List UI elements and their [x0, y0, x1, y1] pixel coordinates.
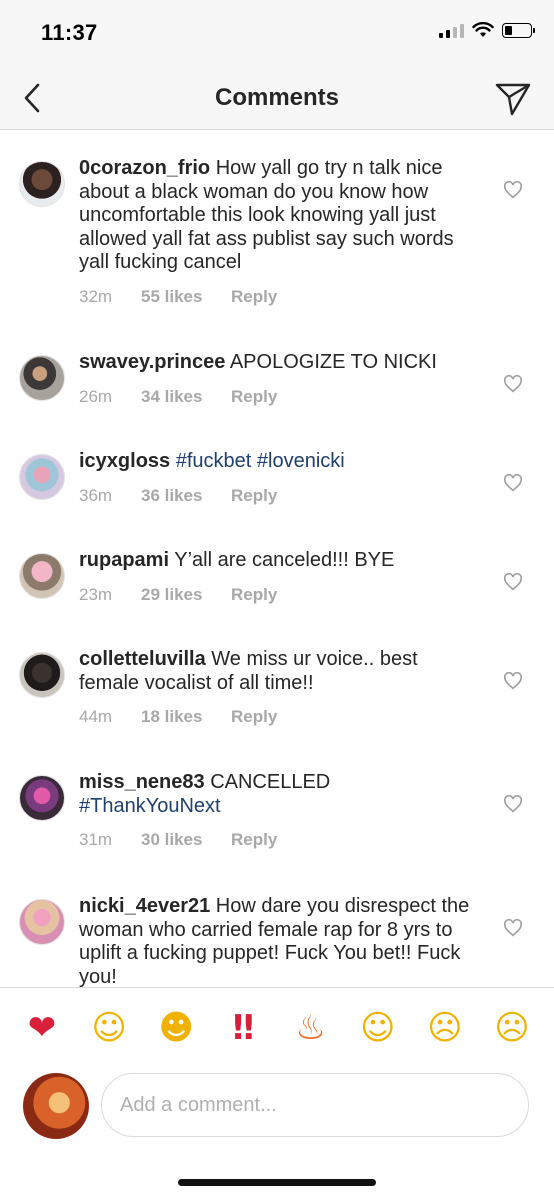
status-bar: 11:37	[0, 0, 554, 66]
tears-of-joy-emoji-icon[interactable]: ☻	[156, 1008, 196, 1048]
comment-composer	[0, 1067, 554, 1199]
comment-text: rupapami Y’all are canceled!!! BYE	[79, 549, 479, 573]
signal-icon	[439, 22, 464, 38]
home-indicator	[178, 1179, 376, 1186]
comment-meta: 26m 34 likes Reply	[79, 387, 479, 407]
comment-hashtags[interactable]: #ThankYouNext	[79, 795, 221, 817]
reply-button[interactable]: Reply	[231, 387, 277, 407]
comment-message: APOLOGIZE TO NICKI	[229, 351, 437, 373]
comment-input[interactable]	[101, 1073, 529, 1137]
reply-button[interactable]: Reply	[231, 585, 277, 605]
comments-list[interactable]: 0corazon_frio How yall go try n talk nic…	[0, 131, 554, 987]
avatar[interactable]	[19, 161, 65, 207]
comment-username[interactable]: swavey.princee	[79, 351, 225, 373]
crying-face-emoji-icon[interactable]: ☹	[425, 1008, 465, 1048]
comment-meta: 36m 36 likes Reply	[79, 486, 479, 506]
direct-send-icon	[495, 83, 531, 116]
avatar[interactable]	[19, 775, 65, 821]
like-heart-icon[interactable]	[502, 571, 524, 593]
page-title: Comments	[214, 84, 340, 111]
comment-text: icyxgloss #fuckbet #lovenicki	[79, 450, 479, 474]
status-time: 11:37	[41, 20, 98, 45]
nav-bar: Comments	[0, 66, 554, 130]
comment-text: miss_nene83 CANCELLED #ThankYouNext	[79, 771, 479, 818]
comment-time: 26m	[79, 386, 113, 406]
like-heart-icon[interactable]	[502, 670, 524, 692]
kissing-face-emoji-icon[interactable]: ☺	[89, 1008, 129, 1048]
status-icons	[439, 22, 535, 38]
reply-button[interactable]: Reply	[231, 830, 277, 850]
comment-meta: 44m 18 likes Reply	[79, 707, 479, 727]
comment-time: 36m	[79, 485, 113, 505]
reply-button[interactable]: Reply	[231, 287, 277, 307]
comment-meta: 32m 55 likes Reply	[79, 287, 479, 307]
comment-text: swavey.princee APOLOGIZE TO NICKI	[79, 351, 479, 375]
comment-username[interactable]: nicki_4ever21	[79, 895, 210, 917]
reply-button[interactable]: Reply	[231, 486, 277, 506]
comment-likes[interactable]: 29 likes	[141, 585, 231, 605]
comment-time: 23m	[79, 584, 113, 604]
comment-username[interactable]: rupapami	[79, 549, 169, 571]
like-heart-icon[interactable]	[502, 373, 524, 395]
comment-username[interactable]: icyxgloss	[79, 450, 170, 472]
heart-emoji-icon[interactable]: ❤	[22, 1008, 62, 1048]
wifi-icon	[472, 22, 494, 37]
like-heart-icon[interactable]	[502, 472, 524, 494]
comment-text: colletteluvilla We miss ur voice.. best …	[79, 648, 479, 695]
comment-text: nicki_4ever21 How dare you disrespect th…	[79, 895, 479, 987]
avatar[interactable]	[19, 355, 65, 401]
comment-meta: 23m 29 likes Reply	[79, 585, 479, 605]
comment-time: 31m	[79, 830, 113, 849]
comment-meta: 31m 30 likes Reply	[79, 830, 479, 850]
comment-username[interactable]: miss_nene83	[79, 771, 205, 793]
comment-likes[interactable]: 55 likes	[141, 287, 231, 307]
share-button[interactable]	[494, 80, 532, 118]
comment-time: 32m	[79, 286, 113, 306]
avatar[interactable]	[19, 553, 65, 599]
weary-face-emoji-icon[interactable]: ☹	[492, 1008, 532, 1048]
like-heart-icon[interactable]	[502, 793, 524, 815]
comment-likes[interactable]: 34 likes	[141, 387, 231, 407]
comment-hashtags[interactable]: #fuckbet #lovenicki	[176, 450, 345, 472]
like-heart-icon[interactable]	[502, 917, 524, 939]
comment-likes[interactable]: 36 likes	[141, 486, 231, 506]
comment-text: 0corazon_frio How yall go try n talk nic…	[79, 157, 479, 275]
battery-icon	[502, 22, 535, 38]
current-user-avatar	[23, 1073, 89, 1139]
avatar[interactable]	[19, 899, 65, 945]
fire-emoji-icon[interactable]: ♨	[291, 1008, 331, 1048]
avatar[interactable]	[19, 454, 65, 500]
comment-username[interactable]: colletteluvilla	[79, 648, 206, 670]
like-heart-icon[interactable]	[502, 179, 524, 201]
comment-message: Y’all are canceled!!! BYE	[174, 549, 395, 571]
avatar[interactable]	[19, 652, 65, 698]
double-exclamation-emoji-icon[interactable]: ‼	[223, 1008, 263, 1048]
quick-emoji-bar: ❤ ☺ ☻ ‼ ♨ ☺ ☹ ☹	[0, 987, 554, 1067]
comment-likes[interactable]: 30 likes	[141, 830, 231, 850]
reply-button[interactable]: Reply	[231, 707, 277, 727]
comment-time: 44m	[79, 707, 113, 726]
comment-message: CANCELLED	[210, 771, 331, 793]
heart-eyes-emoji-icon[interactable]: ☺	[358, 1008, 398, 1048]
comment-likes[interactable]: 18 likes	[141, 707, 231, 727]
comment-username[interactable]: 0corazon_frio	[79, 157, 210, 179]
